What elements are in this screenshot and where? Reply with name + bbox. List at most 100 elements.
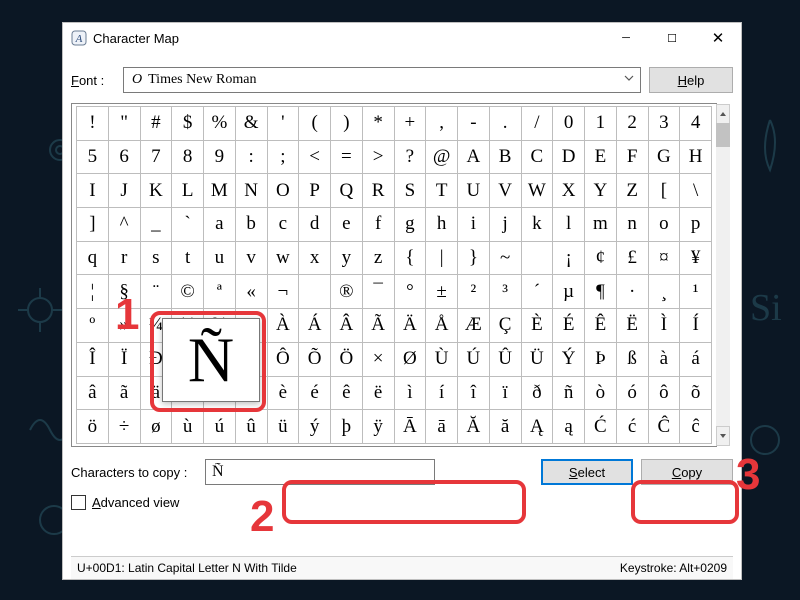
char-cell[interactable]: Z [616, 174, 648, 208]
char-cell[interactable]: @ [426, 140, 458, 174]
char-cell[interactable]: r [108, 241, 140, 275]
char-cell[interactable]: Ø [394, 342, 426, 376]
char-cell[interactable]: ¸ [648, 275, 680, 309]
char-cell[interactable]: © [172, 275, 204, 309]
char-cell[interactable]: ĉ [680, 410, 712, 444]
char-cell[interactable]: v [235, 241, 267, 275]
char-cell[interactable]: ^ [108, 208, 140, 242]
char-cell[interactable]: ö [77, 410, 109, 444]
char-cell[interactable]: b [235, 208, 267, 242]
char-cell[interactable]: - [458, 107, 490, 141]
char-cell[interactable]: E [585, 140, 617, 174]
char-cell[interactable]: \ [680, 174, 712, 208]
char-cell[interactable]: _ [140, 208, 172, 242]
font-combobox[interactable]: OTimes New Roman [123, 67, 641, 93]
char-cell[interactable]: ¢ [585, 241, 617, 275]
char-cell[interactable]: Õ [299, 342, 331, 376]
char-cell[interactable]: ¨ [140, 275, 172, 309]
char-cell[interactable]: û [235, 410, 267, 444]
char-cell[interactable]: g [394, 208, 426, 242]
char-cell[interactable]: % [204, 107, 236, 141]
char-cell[interactable]: Q [331, 174, 363, 208]
char-cell[interactable]: Ą [521, 410, 553, 444]
char-cell[interactable]: Ê [585, 309, 617, 343]
char-cell[interactable]: £ [616, 241, 648, 275]
char-cell[interactable]: Ô [267, 342, 299, 376]
char-cell[interactable]: l [553, 208, 585, 242]
char-cell[interactable]: Ü [521, 342, 553, 376]
char-cell[interactable]: k [521, 208, 553, 242]
char-cell[interactable]: B [489, 140, 521, 174]
char-cell[interactable]: f [362, 208, 394, 242]
char-cell[interactable] [299, 275, 331, 309]
char-cell[interactable]: 6 [108, 140, 140, 174]
char-cell[interactable]: F [616, 140, 648, 174]
char-cell[interactable]: e [331, 208, 363, 242]
char-cell[interactable]: ? [394, 140, 426, 174]
char-cell[interactable]: Ā [394, 410, 426, 444]
char-cell[interactable]: ª [204, 275, 236, 309]
char-cell[interactable]: ò [585, 376, 617, 410]
char-cell[interactable]: 8 [172, 140, 204, 174]
char-cell[interactable]: M [204, 174, 236, 208]
char-cell[interactable]: Ă [458, 410, 490, 444]
char-cell[interactable]: â [77, 376, 109, 410]
char-cell[interactable]: < [299, 140, 331, 174]
char-cell[interactable]: ± [426, 275, 458, 309]
char-cell[interactable]: y [331, 241, 363, 275]
char-cell[interactable]: ³ [489, 275, 521, 309]
scroll-thumb[interactable] [716, 123, 730, 147]
char-cell[interactable]: 5 [77, 140, 109, 174]
char-cell[interactable]: ì [394, 376, 426, 410]
char-cell[interactable]: é [299, 376, 331, 410]
char-cell[interactable]: ý [299, 410, 331, 444]
char-cell[interactable]: > [362, 140, 394, 174]
char-cell[interactable]: ă [489, 410, 521, 444]
char-cell[interactable]: ¯ [362, 275, 394, 309]
char-cell[interactable]: è [267, 376, 299, 410]
char-cell[interactable]: ¤ [648, 241, 680, 275]
char-cell[interactable]: Á [299, 309, 331, 343]
char-cell[interactable]: » [108, 309, 140, 343]
char-cell[interactable]: ® [331, 275, 363, 309]
char-cell[interactable]: ê [331, 376, 363, 410]
char-cell[interactable]: 3 [648, 107, 680, 141]
char-cell[interactable]: K [140, 174, 172, 208]
char-cell[interactable]: $ [172, 107, 204, 141]
characters-to-copy-input[interactable] [205, 459, 435, 485]
char-cell[interactable]: o [648, 208, 680, 242]
char-cell[interactable]: 2 [616, 107, 648, 141]
char-cell[interactable]: 7 [140, 140, 172, 174]
char-cell[interactable]: Ć [585, 410, 617, 444]
char-cell[interactable]: C [521, 140, 553, 174]
char-cell[interactable]: p [680, 208, 712, 242]
char-cell[interactable]: ñ [553, 376, 585, 410]
char-cell[interactable]: Ú [458, 342, 490, 376]
char-cell[interactable]: ) [331, 107, 363, 141]
char-cell[interactable]: t [172, 241, 204, 275]
char-cell[interactable]: Û [489, 342, 521, 376]
char-cell[interactable]: S [394, 174, 426, 208]
char-cell[interactable]: ' [267, 107, 299, 141]
char-cell[interactable]: ² [458, 275, 490, 309]
advanced-view-checkbox[interactable] [71, 495, 86, 510]
char-cell[interactable]: G [648, 140, 680, 174]
char-cell[interactable]: á [680, 342, 712, 376]
char-cell[interactable]: T [426, 174, 458, 208]
char-cell[interactable]: È [521, 309, 553, 343]
char-cell[interactable]: R [362, 174, 394, 208]
char-cell[interactable]: x [299, 241, 331, 275]
char-cell[interactable]: Â [331, 309, 363, 343]
char-cell[interactable]: & [235, 107, 267, 141]
char-cell[interactable]: { [394, 241, 426, 275]
char-cell[interactable]: Ï [108, 342, 140, 376]
char-cell[interactable]: î [458, 376, 490, 410]
char-cell[interactable]: ´ [521, 275, 553, 309]
char-cell[interactable]: ë [362, 376, 394, 410]
char-cell[interactable]: a [204, 208, 236, 242]
char-cell[interactable]: ã [108, 376, 140, 410]
char-cell[interactable]: ą [553, 410, 585, 444]
char-cell[interactable]: W [521, 174, 553, 208]
char-cell[interactable]: Ý [553, 342, 585, 376]
char-cell[interactable]: + [394, 107, 426, 141]
